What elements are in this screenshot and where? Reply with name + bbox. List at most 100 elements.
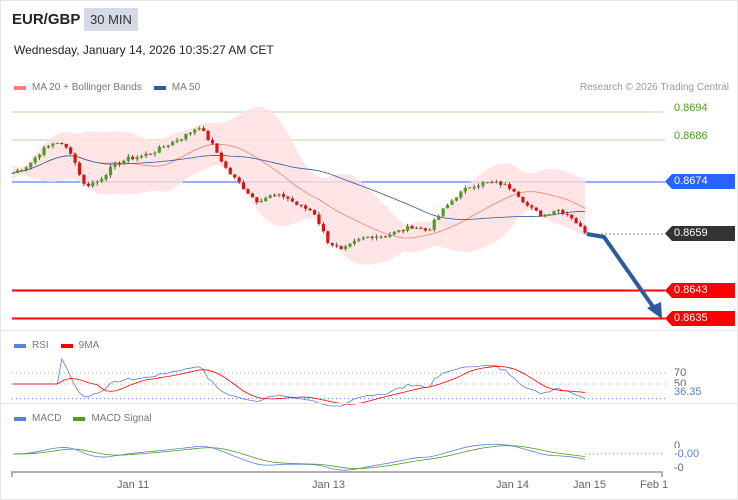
candle-body	[547, 214, 552, 216]
candle-body	[445, 204, 450, 209]
candle-body	[175, 140, 179, 142]
level-4-tag: 0.8643	[665, 283, 735, 298]
candle-body	[281, 194, 286, 197]
candle-body	[20, 170, 24, 172]
candle-body	[330, 242, 334, 246]
candle-body	[317, 214, 321, 225]
candle-body	[51, 143, 55, 146]
candle-body	[64, 143, 68, 148]
level-2-tag: 0.8674	[665, 174, 735, 189]
candle-body	[299, 204, 303, 206]
candle-body	[392, 231, 396, 235]
candle-body	[361, 237, 365, 240]
rsi-label: RSI	[32, 340, 49, 351]
candle-body	[401, 230, 405, 232]
rsi-ma-label: 9MA	[78, 340, 100, 351]
candle-body	[432, 219, 436, 230]
candle-body	[113, 163, 117, 167]
candle-body	[148, 153, 153, 155]
candle-body	[468, 187, 472, 189]
candle-body	[290, 198, 294, 202]
level-3-tag: 0.8659	[665, 226, 735, 241]
macd-line	[12, 443, 586, 471]
candle-body	[326, 231, 330, 243]
macd-zero: 0	[674, 440, 681, 448]
xaxis-label: Jan 11	[117, 479, 150, 491]
candle-body	[410, 226, 414, 229]
candle-body	[472, 187, 476, 189]
candle-body	[95, 181, 99, 183]
candle-body	[82, 174, 86, 184]
candle-body	[202, 128, 206, 131]
candle-body	[534, 207, 538, 211]
candle-body	[521, 196, 525, 203]
candle-body	[441, 208, 445, 216]
candle-body	[414, 227, 419, 229]
candle-body	[406, 226, 410, 231]
candle-body	[122, 160, 126, 165]
candle-body	[246, 189, 250, 194]
candle-body	[481, 182, 485, 186]
candle-body	[383, 236, 388, 238]
candle-body	[525, 202, 529, 206]
divider	[1, 403, 737, 404]
candle-body	[86, 183, 90, 186]
candle-body	[463, 187, 467, 192]
candle-body	[193, 129, 197, 133]
bollinger-band	[13, 106, 585, 265]
level-5-tag: 0.8635	[665, 311, 735, 326]
candle-body	[574, 218, 578, 224]
macd-neg: -0	[674, 462, 684, 474]
forecast-arrow	[586, 232, 658, 313]
candle-body	[277, 194, 281, 196]
candle-body	[153, 152, 157, 154]
candle-body	[197, 128, 201, 130]
candle-body	[55, 142, 59, 144]
candle-body	[224, 161, 228, 168]
candle-body	[397, 230, 401, 232]
candle-body	[450, 200, 454, 205]
chart-widget: EUR/GBP 30 MIN Wednesday, January 14, 20…	[0, 0, 738, 500]
candle-body	[188, 132, 192, 135]
candle-body	[15, 170, 20, 173]
candle-body	[561, 209, 565, 214]
candle-body	[516, 191, 521, 197]
candle-body	[459, 191, 463, 198]
candle-body	[117, 163, 122, 165]
candle-body	[348, 243, 352, 247]
candle-body	[388, 234, 392, 237]
candle-body	[374, 236, 379, 238]
candle-body	[46, 145, 51, 148]
candle-body	[476, 185, 481, 188]
legend-rsi: RSI 9MA	[14, 340, 99, 351]
macd-swatch	[14, 416, 26, 421]
candle-body	[503, 184, 507, 186]
candle-body	[370, 236, 374, 238]
candle-body	[512, 188, 516, 192]
candle-body	[508, 184, 512, 189]
candle-body	[295, 201, 299, 205]
candle-body	[335, 245, 339, 247]
candle-body	[255, 197, 259, 203]
candle-body	[494, 181, 498, 183]
candle-body	[578, 223, 583, 227]
candle-body	[184, 134, 188, 140]
candle-body	[485, 182, 490, 184]
macd-signal-swatch	[73, 416, 86, 421]
candle-body	[552, 211, 556, 215]
candle-body	[437, 215, 441, 220]
candle-body	[69, 147, 73, 154]
candle-body	[343, 246, 348, 249]
candle-body	[583, 226, 587, 233]
candle-body	[206, 130, 210, 140]
candle-body	[543, 214, 547, 217]
xaxis-label: Jan 14	[496, 479, 530, 491]
candle-body	[100, 179, 104, 182]
candle-body	[499, 181, 503, 185]
rsi-ma-swatch	[60, 343, 73, 348]
candle-body	[24, 167, 28, 171]
candle-body	[144, 153, 148, 156]
candle-body	[357, 239, 361, 241]
candle-body	[219, 152, 224, 162]
candle-body	[454, 197, 459, 201]
